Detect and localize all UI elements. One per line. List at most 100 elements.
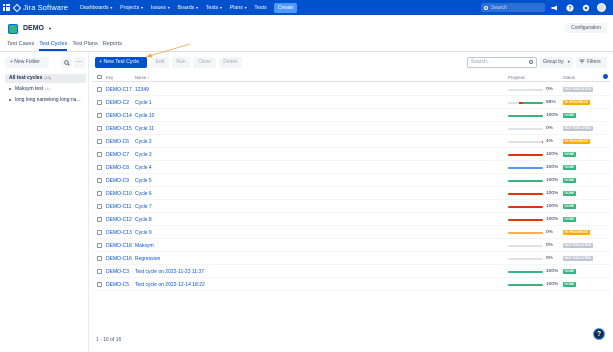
table-row[interactable]: DEMO-C18 Maksym 0% NOT EXECUTED: [93, 239, 610, 252]
row-key-link[interactable]: DEMO-C12: [106, 217, 132, 223]
sidebar-item-folder[interactable]: Maksym test (1): [5, 85, 86, 94]
row-checkbox[interactable]: [97, 152, 102, 157]
nav-menu-item[interactable]: Issues▼: [151, 5, 171, 11]
row-key-link[interactable]: DEMO-C3: [106, 269, 129, 275]
nav-menu-item[interactable]: Tests: [254, 5, 266, 11]
row-checkbox[interactable]: [97, 100, 102, 105]
column-header-progress[interactable]: Progress: [508, 75, 525, 80]
test-cycle-search-input[interactable]: Search...: [467, 57, 537, 68]
row-checkbox[interactable]: [97, 204, 102, 209]
row-key-link[interactable]: DEMO-C8: [106, 165, 129, 171]
row-checkbox[interactable]: [97, 269, 102, 274]
filters-button[interactable]: Filters: [576, 57, 607, 68]
table-row[interactable]: DEMO-C12 Cycle 8 100% DONE: [93, 213, 610, 226]
jira-logo[interactable]: Jira Software: [12, 3, 68, 12]
megaphone-icon[interactable]: [550, 3, 559, 12]
app-switcher-icon[interactable]: [3, 4, 10, 11]
row-key-link[interactable]: DEMO-C16: [106, 256, 132, 262]
column-header-key[interactable]: Key: [106, 75, 113, 80]
row-name-link[interactable]: Cycle 5: [135, 178, 152, 184]
table-row[interactable]: DEMO-C7 Cycle 3 100% DONE: [93, 148, 610, 161]
row-checkbox[interactable]: [97, 165, 102, 170]
row-name-link[interactable]: Maksym: [135, 243, 154, 249]
table-row[interactable]: DEMO-C3 Test cycle on 2022-11-23 11:37 100…: [93, 265, 610, 278]
row-name-link[interactable]: Cycle 6: [135, 191, 152, 197]
table-row[interactable]: DEMO-C14 Cycle 10 100% DONE: [93, 109, 610, 122]
row-key-link[interactable]: DEMO-C17: [106, 87, 132, 93]
row-name-link[interactable]: Cycle 10: [135, 113, 154, 119]
table-row[interactable]: DEMO-C8 Cycle 4 100% DONE: [93, 161, 610, 174]
row-key-link[interactable]: DEMO-C7: [106, 152, 129, 158]
help-icon[interactable]: ?: [565, 3, 574, 12]
row-name-link[interactable]: Test cycle on 2022-12-14 18:22: [135, 282, 205, 288]
row-name-link[interactable]: Cycle 11: [135, 126, 154, 132]
table-row[interactable]: DEMO-C16 Regression 0% NOT EXECUTED: [93, 252, 610, 265]
row-name-link[interactable]: Cycle 7: [135, 204, 152, 210]
row-key-link[interactable]: DEMO-C9: [106, 178, 129, 184]
sidebar-item-all-test-cycles[interactable]: All test cycles (16): [5, 74, 86, 83]
table-row[interactable]: DEMO-C6 Cycle 2 4% IN PROGRESS: [93, 135, 610, 148]
row-checkbox[interactable]: [97, 230, 102, 235]
tab-test-cycles[interactable]: Test Cycles: [39, 41, 68, 51]
tab-reports[interactable]: Reports: [103, 41, 122, 47]
nav-menu-item[interactable]: Boards▼: [178, 5, 199, 11]
run-button[interactable]: Run: [172, 57, 190, 68]
table-row[interactable]: DEMO-C13 Cycle 9 0% IN PROGRESS: [93, 226, 610, 239]
row-key-link[interactable]: DEMO-C5: [106, 282, 129, 288]
table-row[interactable]: DEMO-C10 Cycle 6 100% DONE: [93, 187, 610, 200]
row-checkbox[interactable]: [97, 178, 102, 183]
row-name-link[interactable]: Cycle 4: [135, 165, 152, 171]
user-avatar[interactable]: [597, 3, 606, 12]
folder-search-icon[interactable]: [61, 57, 72, 68]
row-name-link[interactable]: 12349: [135, 87, 149, 93]
column-settings-icon[interactable]: [603, 74, 608, 79]
table-row[interactable]: DEMO-C17 12349 0% NOT EXECUTED: [93, 83, 610, 96]
row-key-link[interactable]: DEMO-C6: [106, 139, 129, 145]
column-header-status[interactable]: Status: [563, 75, 575, 80]
row-checkbox[interactable]: [97, 256, 102, 261]
row-key-link[interactable]: DEMO-C11: [106, 204, 131, 210]
row-checkbox[interactable]: [97, 139, 102, 144]
table-row[interactable]: DEMO-C2 Cycle 1 68% IN PROGRESS: [93, 96, 610, 109]
table-row[interactable]: DEMO-C5 Test cycle on 2022-12-14 18:22 100…: [93, 278, 610, 291]
row-checkbox[interactable]: [97, 87, 102, 92]
row-key-link[interactable]: DEMO-C10: [106, 191, 132, 197]
edit-button[interactable]: Edit: [151, 57, 169, 68]
pagination[interactable]: 1 - 16 of 16: [96, 337, 121, 343]
row-checkbox[interactable]: [97, 282, 102, 287]
row-checkbox[interactable]: [97, 113, 102, 118]
global-search-input[interactable]: Search: [481, 3, 545, 12]
tab-test-plans[interactable]: Test Plans: [72, 41, 97, 47]
new-test-cycle-button[interactable]: + New Test Cycle: [95, 57, 147, 68]
configuration-button[interactable]: Configuration: [565, 23, 607, 33]
settings-icon[interactable]: [581, 3, 590, 12]
row-key-link[interactable]: DEMO-C13: [106, 230, 132, 236]
table-row[interactable]: DEMO-C15 Cycle 11 0% NOT EXECUTED: [93, 122, 610, 135]
delete-button[interactable]: Delete: [219, 57, 242, 68]
nav-menu-item[interactable]: Projects▼: [120, 5, 144, 11]
row-checkbox[interactable]: [97, 126, 102, 131]
row-name-link[interactable]: Test cycle on 2022-11-23 11:37: [135, 269, 204, 275]
row-checkbox[interactable]: [97, 217, 102, 222]
table-row[interactable]: DEMO-C11 Cycle 7 100% DONE: [93, 200, 610, 213]
row-name-link[interactable]: Cycle 3: [135, 152, 152, 158]
select-all-checkbox[interactable]: [97, 74, 102, 79]
table-row[interactable]: DEMO-C9 Cycle 5 100% DONE: [93, 174, 610, 187]
clone-button[interactable]: Clone: [193, 57, 216, 68]
row-name-link[interactable]: Cycle 8: [135, 217, 152, 223]
row-key-link[interactable]: DEMO-C15: [106, 126, 132, 132]
tab-test-cases[interactable]: Test Cases: [7, 41, 34, 47]
nav-menu-item[interactable]: Dashboards▼: [80, 5, 113, 11]
row-key-link[interactable]: DEMO-C2: [106, 100, 129, 106]
row-checkbox[interactable]: [97, 243, 102, 248]
row-checkbox[interactable]: [97, 191, 102, 196]
row-name-link[interactable]: Regression: [135, 256, 160, 262]
row-name-link[interactable]: Cycle 2: [135, 139, 152, 145]
project-title[interactable]: DEMO ▼: [23, 25, 52, 32]
more-options-icon[interactable]: ···: [74, 57, 85, 68]
group-by-dropdown[interactable]: Group by ▼: [540, 57, 573, 68]
row-name-link[interactable]: Cycle 1: [135, 100, 152, 106]
nav-menu-item[interactable]: Tests▼: [206, 5, 223, 11]
help-button[interactable]: ?: [593, 328, 605, 340]
create-button[interactable]: Create: [273, 2, 298, 13]
